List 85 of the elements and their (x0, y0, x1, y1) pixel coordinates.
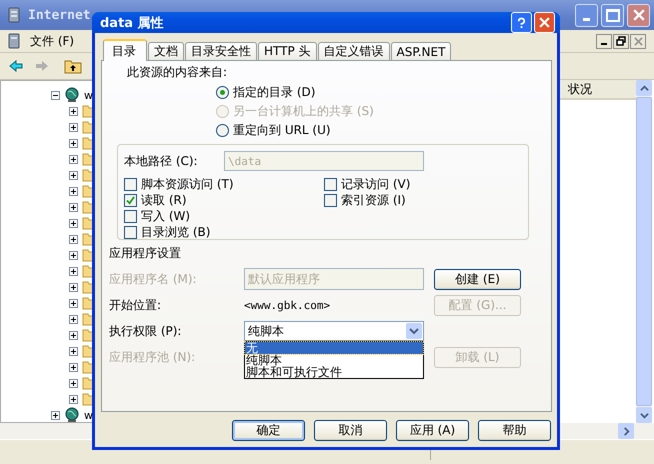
expander-box[interactable] (51, 90, 60, 100)
expander-box[interactable] (69, 106, 78, 116)
tab[interactable]: ASP.NET (390, 42, 452, 60)
expander-box[interactable] (69, 186, 78, 196)
vertical-scrollbar[interactable] (636, 80, 652, 423)
server-icon (6, 7, 22, 23)
tab[interactable]: 目录 (103, 39, 147, 61)
expander-box[interactable] (69, 314, 78, 324)
dialog-title: data 属性 (100, 14, 165, 32)
expander-box[interactable] (69, 250, 78, 260)
radio-button[interactable] (216, 124, 229, 137)
radio-label[interactable]: 指定的目录 (D) (233, 84, 316, 101)
minimize-button[interactable] (596, 34, 612, 48)
dialog-button[interactable]: 帮助 (478, 420, 551, 441)
globe-icon (64, 407, 80, 423)
dropdown-option[interactable]: 纯脚本 (245, 354, 423, 366)
field-value: <www.gbk.com> (244, 299, 330, 312)
checkbox[interactable] (324, 194, 337, 206)
dropdown-option[interactable]: 无 (245, 342, 423, 354)
tree-item-label[interactable]: w (84, 408, 93, 422)
up-folder-icon[interactable] (64, 58, 82, 74)
column-header[interactable]: 状况 (568, 80, 592, 98)
close-icon (539, 17, 550, 28)
expander-box[interactable] (69, 378, 78, 388)
field-label: 应用程序名 (M): (109, 270, 198, 288)
scroll-right-button[interactable] (618, 423, 634, 439)
expander-box[interactable] (69, 346, 78, 356)
checkbox-label[interactable]: 目录浏览 (B) (141, 224, 210, 240)
back-arrow-icon[interactable] (8, 58, 24, 74)
field-label: 执行权限 (P): (109, 322, 182, 340)
close-icon (634, 36, 642, 46)
scroll-right-icon (622, 426, 630, 436)
tab[interactable]: 文档 (148, 42, 184, 60)
expander-box[interactable] (69, 170, 78, 180)
expander-box[interactable] (69, 298, 78, 308)
restore-icon (616, 36, 626, 46)
expander-box[interactable] (69, 202, 78, 212)
checkbox[interactable] (324, 178, 337, 190)
dialog-button[interactable]: 取消 (314, 420, 387, 441)
close-icon (632, 9, 644, 21)
expander-box[interactable] (69, 266, 78, 276)
radio-label[interactable]: 重定向到 URL (U) (233, 122, 331, 139)
checkbox-label[interactable]: 读取 (R) (141, 192, 187, 208)
checkbox-label[interactable]: 脚本资源访问 (T) (141, 176, 234, 192)
scroll-up-icon[interactable] (640, 84, 648, 92)
radio-button[interactable] (216, 86, 229, 99)
checkbox[interactable] (124, 210, 137, 222)
restore-button[interactable] (613, 34, 629, 48)
field-label: 本地路径 (C): (124, 152, 199, 170)
tab[interactable]: 目录安全性 (185, 42, 257, 60)
checkbox[interactable] (124, 226, 137, 238)
expander-box[interactable] (69, 330, 78, 340)
help-button[interactable] (511, 12, 532, 33)
checkbox-label[interactable]: 记录访问 (V) (341, 176, 410, 192)
expander-box[interactable] (69, 282, 78, 292)
menu-item[interactable]: 文件 (F) (30, 32, 74, 50)
window-title: Internet (28, 8, 91, 22)
dialog-button[interactable]: 确定 (232, 420, 305, 441)
maximize-button[interactable] (601, 4, 624, 26)
checkbox-label[interactable]: 索引资源 (I) (341, 192, 406, 208)
expander-box[interactable] (69, 154, 78, 164)
scroll-down-icon[interactable] (640, 410, 648, 420)
permission-dropdown[interactable]: 纯脚本 (244, 321, 424, 341)
tree-item-label[interactable]: w (84, 88, 93, 102)
expander-box[interactable] (69, 138, 78, 148)
checkbox[interactable] (124, 178, 137, 190)
question-mark-icon (517, 16, 526, 28)
dialog-button[interactable]: 应用 (A) (396, 420, 469, 441)
tab[interactable]: 自定义错误 (318, 42, 390, 60)
field-label: 应用程序池 (N): (109, 348, 196, 366)
section-label: 此资源的内容来自: (127, 64, 228, 80)
expander-box[interactable] (69, 362, 78, 372)
tab[interactable]: HTTP 头 (258, 42, 317, 60)
checkbox[interactable] (124, 194, 137, 206)
globe-icon (64, 87, 80, 103)
expander-box[interactable] (69, 394, 78, 404)
server-icon (6, 33, 22, 49)
dropdown-option[interactable]: 脚本和可执行文件 (245, 366, 423, 378)
checkbox-label[interactable]: 写入 (W) (141, 208, 190, 224)
section-label: 应用程序设置 (109, 244, 182, 262)
expander-box[interactable] (69, 122, 78, 132)
expander-box[interactable] (69, 218, 78, 228)
expander-box[interactable] (69, 234, 78, 244)
field-label: 开始位置: (109, 296, 162, 314)
expander-box[interactable] (51, 410, 60, 420)
